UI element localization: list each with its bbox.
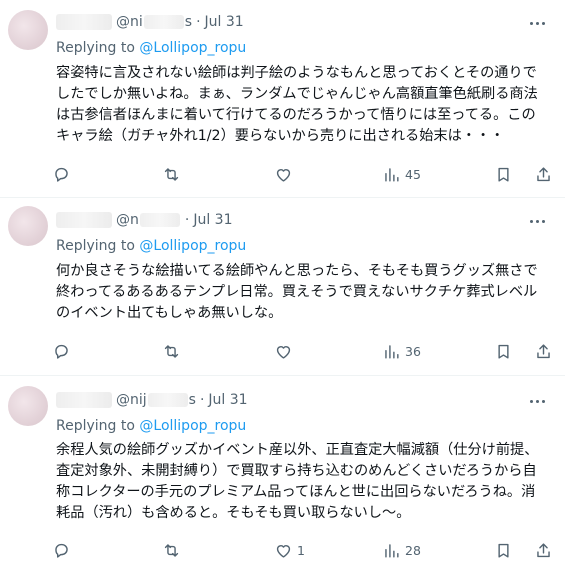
tweet-text: 何か良さそうな絵描いてる絵師やんと思ったら、そもそも買うグッズ無さで 終わってる… xyxy=(56,263,538,321)
like-button[interactable] xyxy=(274,165,297,184)
separator-dot: · xyxy=(199,392,205,408)
separator-dot: · xyxy=(196,14,201,30)
like-count: 1 xyxy=(297,542,305,558)
handle-suffix[interactable]: s xyxy=(189,392,196,408)
bookmark-icon xyxy=(498,167,509,182)
tweet-header: @n · Jul 31 xyxy=(56,210,232,230)
views-button[interactable]: 45 xyxy=(382,165,421,184)
handle-suffix[interactable]: s xyxy=(185,14,192,30)
bookmark-button[interactable] xyxy=(494,342,513,361)
heart-icon xyxy=(276,544,291,558)
like-button[interactable] xyxy=(274,342,297,361)
views-button[interactable]: 36 xyxy=(382,342,421,361)
handle-redacted xyxy=(139,213,180,227)
separator-dot: · xyxy=(184,212,190,228)
share-icon xyxy=(537,542,550,557)
action-bar: 1 28 xyxy=(52,538,557,562)
reply-thread: @ni s · Jul 31 Replying to @Lollipop_rop… xyxy=(0,0,579,579)
tweet-date[interactable]: Jul 31 xyxy=(205,14,244,30)
display-name-redacted[interactable] xyxy=(56,14,112,30)
avatar[interactable] xyxy=(8,10,48,50)
replying-to-line: Replying to @Lollipop_ropu xyxy=(56,416,246,436)
bookmark-icon xyxy=(498,543,509,558)
handle-prefix[interactable]: @ni xyxy=(116,14,143,30)
replying-label: Replying to xyxy=(56,40,135,56)
share-icon xyxy=(537,166,550,181)
replying-to-mention[interactable]: @Lollipop_ropu xyxy=(139,418,246,434)
retweet-button[interactable] xyxy=(162,165,185,184)
handle-prefix[interactable]: @nij xyxy=(116,392,147,408)
action-bar: 36 xyxy=(52,339,557,363)
views-icon xyxy=(385,167,399,182)
views-icon xyxy=(385,344,399,359)
heart-icon xyxy=(276,345,291,359)
avatar[interactable] xyxy=(8,206,48,246)
more-icon[interactable] xyxy=(527,391,547,411)
retweet-icon xyxy=(164,344,179,358)
tweet-header: @ni s · Jul 31 xyxy=(56,12,244,32)
tweet[interactable]: @n · Jul 31 Replying to @Lollipop_ropu 何… xyxy=(0,198,565,376)
reply-button[interactable] xyxy=(52,342,75,361)
views-count: 36 xyxy=(405,343,421,359)
display-name-redacted[interactable] xyxy=(56,212,112,228)
tweet[interactable]: @ni s · Jul 31 Replying to @Lollipop_rop… xyxy=(0,0,565,198)
reply-button[interactable] xyxy=(52,541,75,560)
replying-label: Replying to xyxy=(56,238,135,254)
action-bar: 45 xyxy=(52,162,557,186)
like-button[interactable]: 1 xyxy=(274,541,305,560)
share-icon xyxy=(537,343,550,358)
bookmark-button[interactable] xyxy=(494,541,513,560)
handle-redacted xyxy=(147,393,188,407)
replying-to-mention[interactable]: @Lollipop_ropu xyxy=(139,40,246,56)
retweet-button[interactable] xyxy=(162,342,185,361)
tweet-text: 容姿特に言及されない絵師は判子絵のようなもんと思っておくとその通りで したでしか… xyxy=(56,65,538,144)
share-button[interactable] xyxy=(534,541,553,560)
share-button[interactable] xyxy=(534,342,553,361)
more-icon[interactable] xyxy=(527,13,547,33)
views-count: 28 xyxy=(405,542,421,558)
share-button[interactable] xyxy=(534,165,553,184)
avatar[interactable] xyxy=(8,386,48,426)
retweet-icon xyxy=(164,167,179,181)
reply-icon xyxy=(55,167,68,182)
tweet-date[interactable]: Jul 31 xyxy=(193,212,232,228)
reply-icon xyxy=(55,543,68,558)
replying-to-line: Replying to @Lollipop_ropu xyxy=(56,236,246,256)
views-button[interactable]: 28 xyxy=(382,541,421,560)
tweet-date[interactable]: Jul 31 xyxy=(208,392,247,408)
bookmark-icon xyxy=(498,344,509,359)
retweet-icon xyxy=(164,543,179,557)
retweet-button[interactable] xyxy=(162,541,185,560)
replying-to-mention[interactable]: @Lollipop_ropu xyxy=(139,238,246,254)
reply-icon xyxy=(55,344,68,359)
handle-prefix[interactable]: @n xyxy=(116,212,139,228)
views-icon xyxy=(385,543,399,558)
tweet-text: 余程人気の絵師グッズかイベント産以外、正直査定大幅減額（仕分け前提、 査定対象外… xyxy=(56,442,539,521)
bookmark-button[interactable] xyxy=(494,165,513,184)
heart-icon xyxy=(276,168,291,182)
tweet[interactable]: @nij s · Jul 31 Replying to @Lollipop_ro… xyxy=(0,376,565,579)
replying-to-line: Replying to @Lollipop_ropu xyxy=(56,38,246,58)
handle-redacted xyxy=(143,15,184,29)
reply-button[interactable] xyxy=(52,165,75,184)
tweet-header: @nij s · Jul 31 xyxy=(56,390,248,410)
views-count: 45 xyxy=(405,166,421,182)
display-name-redacted[interactable] xyxy=(56,392,112,408)
replying-label: Replying to xyxy=(56,418,135,434)
more-icon[interactable] xyxy=(527,211,547,231)
